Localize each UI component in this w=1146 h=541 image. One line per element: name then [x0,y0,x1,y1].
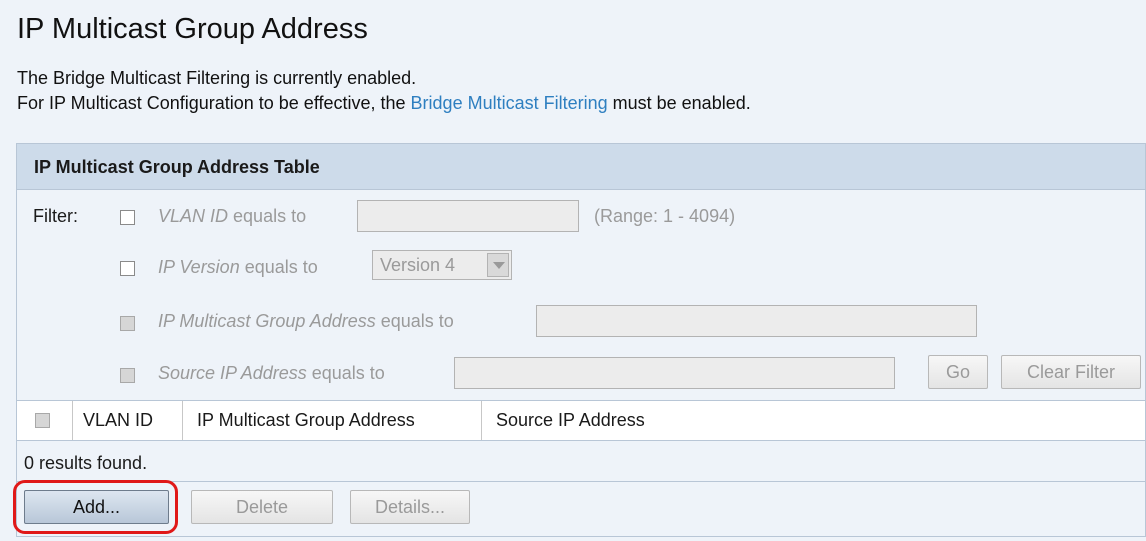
filter-label: Filter: [33,206,78,226]
vlan-filter-label: VLAN ID equals to [158,206,306,227]
source-ip-filter-label: Source IP Address equals to [158,363,385,384]
column-header-source-ip[interactable]: Source IP Address [496,401,645,440]
vlan-filter-checkbox[interactable] [120,210,135,225]
panel-header: IP Multicast Group Address Table [17,144,1145,190]
group-address-input[interactable] [536,305,977,337]
table-header-row: VLAN ID IP Multicast Group Address Sourc… [17,400,1145,441]
group-address-equals: equals to [375,311,454,331]
clear-filter-button[interactable]: Clear Filter [1001,355,1141,389]
group-address-filter-checkbox[interactable] [120,316,135,331]
column-divider [72,401,73,440]
chevron-down-icon[interactable] [487,253,509,277]
column-divider [481,401,482,440]
bridge-multicast-filtering-link[interactable]: Bridge Multicast Filtering [411,93,608,113]
group-address-table-panel: IP Multicast Group Address Table [16,143,1146,537]
delete-button[interactable]: Delete [191,490,333,524]
add-button-highlight [13,480,178,534]
panel-title: IP Multicast Group Address Table [34,157,320,177]
results-count: 0 results found. [24,453,148,473]
note-suffix: must be enabled. [607,93,751,113]
source-ip-equals: equals to [306,363,385,383]
ip-version-field-name: IP Version [158,257,240,277]
select-all-checkbox[interactable] [35,413,50,428]
vlan-id-input[interactable] [357,200,579,232]
column-divider [182,401,183,440]
vlan-field-name: VLAN ID [158,206,229,226]
source-ip-field-name: Source IP Address [158,363,307,383]
note-prefix: For IP Multicast Configuration to be eff… [17,93,411,113]
source-ip-input[interactable] [454,357,895,389]
source-ip-filter-checkbox[interactable] [120,368,135,383]
column-header-group-address[interactable]: IP Multicast Group Address [197,401,415,440]
group-address-field-name: IP Multicast Group Address [158,311,376,331]
ip-version-filter-checkbox[interactable] [120,261,135,276]
configuration-note: For IP Multicast Configuration to be eff… [17,93,751,114]
ip-version-filter-label: IP Version equals to [158,257,318,278]
ip-version-equals: equals to [239,257,318,277]
filtering-status-message: The Bridge Multicast Filtering is curren… [17,68,417,88]
go-button[interactable]: Go [928,355,988,389]
page-title: IP Multicast Group Address [17,13,368,45]
ip-version-selected-value: Version 4 [380,255,456,275]
divider [17,481,1145,482]
group-address-filter-label: IP Multicast Group Address equals to [158,311,454,332]
vlan-equals: equals to [228,206,307,226]
vlan-range-hint: (Range: 1 - 4094) [594,206,736,226]
details-button[interactable]: Details... [350,490,470,524]
ip-version-select[interactable]: Version 4 [372,250,512,280]
column-header-vlan-id[interactable]: VLAN ID [83,401,153,440]
